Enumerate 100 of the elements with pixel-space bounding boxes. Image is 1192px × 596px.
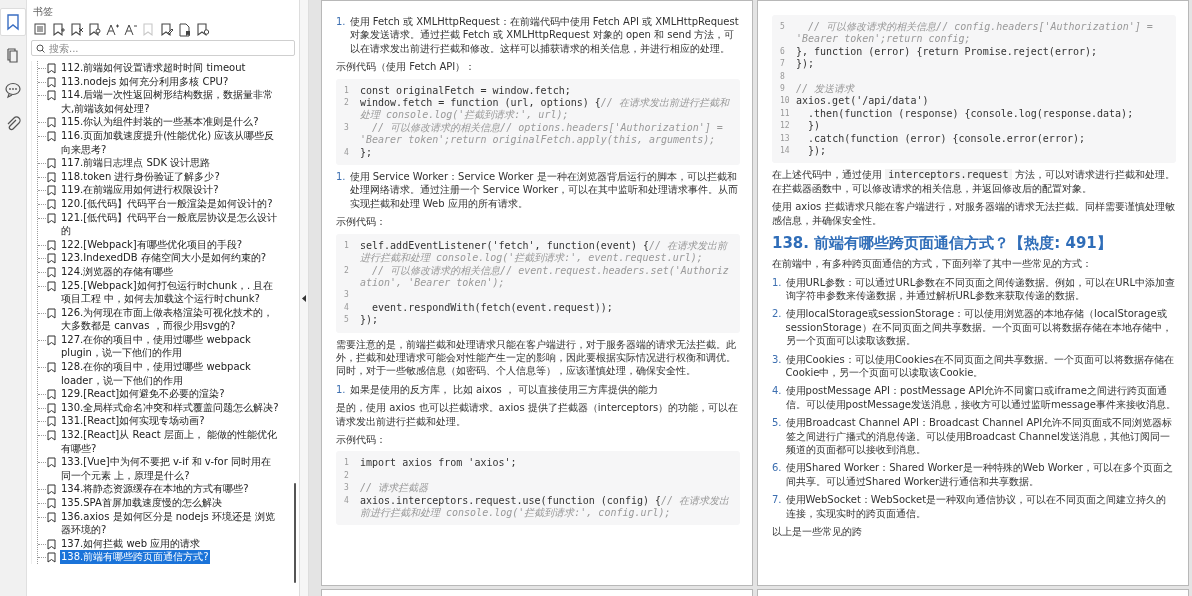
line-number: 4 <box>344 146 350 159</box>
bookmark-icon <box>47 511 56 523</box>
paragraph: 是的，使用 axios 也可以拦截请求。axios 提供了拦截器（interceptors）的功能，可以在请求发出前进行拦截和处理。 <box>336 401 740 428</box>
bookmark-icon <box>47 198 56 210</box>
bookmark-item[interactable]: 114.后端一次性返回树形结构数据，数据量非常大,前端该如何处理? <box>60 88 281 116</box>
bookmark-item[interactable]: 121.[低代码】代码平台一般底层协议是怎么设计的 <box>60 210 281 238</box>
bookmark-item[interactable]: 112.前端如何设置请求超时时间 timeout <box>60 61 247 75</box>
line-number: 5 <box>780 21 786 33</box>
list-number: 1. <box>336 382 346 397</box>
bookmark-item[interactable]: 131.[React]如何实现专场动画? <box>60 414 206 429</box>
bookmark-item[interactable]: 128.在你的项目中，使用过哪些 webpack loader，说一下他们的作用 <box>60 360 281 388</box>
bookmark-item[interactable]: 125.[Webpack]如何打包运行时chunk，. 且在项目工程 中，如何去加载这个运行时chunk? <box>60 278 281 306</box>
list-item-text: 使用URL参数：可以通过URL参数在不同页面之间传递数据。例如，可以在URL中添加查询字符串参数来传递数据，并通过解析URL参数来获取传递的数据。 <box>785 275 1176 303</box>
bookmark-item[interactable]: 129.[React]如何避免不必要的渲染? <box>60 387 226 401</box>
bookmark-search-icon <box>86 21 102 37</box>
bookmark-icon <box>47 63 56 74</box>
bookmark-icon <box>47 239 56 251</box>
code-line: }); <box>807 145 828 158</box>
scrollbar[interactable] <box>294 483 296 583</box>
list-number: 2. <box>772 307 782 322</box>
list-number: 6. <box>772 461 782 476</box>
bookmark-icon <box>47 362 56 374</box>
collapse-arrow-icon[interactable] <box>302 294 306 302</box>
line-number: 2 <box>344 97 350 110</box>
bookmark-item[interactable]: 135.SPA首屏加载速度慢的怎么解决 <box>60 496 223 510</box>
font-larger-icon <box>104 21 120 37</box>
bookmark-item[interactable]: 116.页面加载速度提升(性能优化) 应该从哪些反向来思考? <box>60 128 281 157</box>
line-number: 5 <box>344 314 350 327</box>
list-item-text: 使用 Service Worker：Service Worker 是一种在浏览器背后运行的脚本，可以拦截和处理网络请求。通过注册一个 Service Worker，可以在其中监听和处理请求事件。从而实现拦截和处理 Web 应用的所有请求。 <box>349 170 740 211</box>
line-number: 3 <box>344 121 350 134</box>
page-button[interactable] <box>176 21 192 37</box>
inline-code: interceptors.request <box>885 169 1012 181</box>
bookmark-icon <box>47 538 56 550</box>
bookmark-item[interactable]: 123.IndexedDB 存储空间大小是如何约束的? <box>60 251 268 265</box>
bookmark-settings-button[interactable] <box>194 21 210 37</box>
code-line: const originalFetch = window.fetch; <box>360 84 572 98</box>
bookmark-item[interactable]: 119.在前端应用如何进行权限设计? <box>60 183 220 197</box>
bookmark-item[interactable]: 118.token 进行身份验证了解多少? <box>60 169 221 184</box>
line-number: 3 <box>344 289 350 302</box>
line-number: 1 <box>344 84 350 97</box>
bookmark-item[interactable]: 130.全局样式命名冲突和样式覆盖问题怎么解决? <box>60 400 280 415</box>
list-item-text: 使用Cookies：可以使用Cookies在不同页面之间共享数据。一个页面可以将数据存储在Cookie中，另一个页面可以读取该Cookie。 <box>785 352 1175 380</box>
bookmark-edit-button[interactable] <box>158 21 174 37</box>
code-line: }) <box>807 120 822 133</box>
bookmark-item[interactable]: 134.将静态资源缓存在本地的方式有哪些? <box>60 482 250 496</box>
list-number: 1. <box>336 15 346 29</box>
bookmark-icon <box>47 158 56 170</box>
bookmark-item[interactable]: 117.前端日志埋点 SDK 设计思路 <box>60 156 212 170</box>
bookmark-tab[interactable] <box>0 8 26 36</box>
bookmark-settings-icon <box>194 21 210 37</box>
bookmark-icon <box>140 21 156 37</box>
line-number: 4 <box>344 301 350 314</box>
bookmark-plus-button[interactable] <box>50 21 66 37</box>
list-item-text: 使用 Fetch 或 XMLHttpRequest：在前端代码中使用 Fetch API 或 XMLHttpRequest 对象发送请求。通过拦截 Fetch 或 XMLHttpRequest 对象的 open 和 send 方法，可以在请求发出前进行拦截和修改。这样可以捕获请求的相关信息，并进行相应的处理。 <box>349 15 740 56</box>
bookmark-icon <box>47 280 56 292</box>
font-larger-button[interactable] <box>104 21 120 37</box>
code-line: axios.interceptors.request.use(function (config) {// 在请求发出前进行拦截和处理 console.log('拦截到请求:', config.url); <box>360 494 731 520</box>
bookmark-icon <box>47 90 56 102</box>
list-number: 1. <box>772 275 782 290</box>
list-item-text: 使用Broadcast Channel API：Broadcast Channel API允许不同页面或不同浏览器标签之间进行广播式的消息传递。可以使用Broadcast Channel发送消息，其他订阅同一频道的页面都可以接收到消息。 <box>785 416 1174 457</box>
paragraph: 在前端中，有多种跨页面通信的方式，下面列举了其中一些常见的方式： <box>772 257 1093 271</box>
bookmark-item[interactable]: 136.axios 是如何区分是 nodejs 环境还是 浏览器环境的? <box>60 509 281 537</box>
paragraph: 需要注意的是，前端拦截和处理请求只能在客户端进行，对于服务器端的请求无法拦截。此外，拦截和处理请求可能会对性能产生一定的影响，因此要根据实际情况进行权衡和调优。同时，对于一些敏感信息（如密码、个人信息等），应该谨慎处理，确保安全性。 <box>336 337 737 378</box>
code-line: event.respondWith(fetch(event.request)); <box>371 301 614 315</box>
line-number: 13 <box>780 132 791 145</box>
bookmark-plus-icon <box>50 21 66 37</box>
bookmark-item[interactable]: 138.前端有哪些跨页面通信方式? <box>60 550 210 564</box>
bookmark-item[interactable]: 126.为何现在市面上做表格渲染可视化技术的，大多数都是 canvas ，而很少用svg的? <box>60 305 281 333</box>
bookmark-item[interactable]: 120.[低代码】代码平台一般渲染是如何设计的? <box>60 196 274 211</box>
bookmark-icon <box>47 185 56 197</box>
list-item-text: 使用postMessage API：postMessage API允许不同窗口或iframe之间进行跨页面通信。可以使用postMessage发送消息，接收方可以通过监听message事件来接收消息。 <box>785 384 1176 412</box>
bookmark-item[interactable]: 113.nodejs 如何充分利用多核 CPU? <box>60 74 230 89</box>
bookmark-icon <box>47 389 56 401</box>
bookmark-item[interactable]: 122.[Webpack]有哪些优化项目的手段? <box>60 237 243 252</box>
code-line: axios.get('/api/data') <box>796 95 930 108</box>
bookmark-icon <box>47 484 56 496</box>
code-line: // 可以修改请求的相关信息// event.request.headers.set('Authorization', 'Bearer token'); <box>360 264 730 290</box>
code-line: // 发送请求 <box>796 83 856 96</box>
bookmark-icon <box>47 76 56 88</box>
bookmark-delete-button[interactable] <box>68 21 84 37</box>
bookmark-icon <box>47 307 56 319</box>
line-number: 2 <box>344 264 350 277</box>
bookmark-search-button[interactable] <box>86 21 102 37</box>
line-number: 11 <box>780 107 791 120</box>
code-line: .then(function (response) {console.log(response.data); <box>807 107 1135 121</box>
line-number: 2 <box>344 469 350 482</box>
panel-title: 书签 <box>32 5 54 19</box>
search-field[interactable]: 搜索... <box>31 40 295 56</box>
list-item-text: 使用localStorage或sessionStorage：可以使用浏览器的本地存储（localStorage或sessionStorage）在不同页面之间共享数据。一个页面可以将数据存储在本地存储中，另一个页面可以读取该数据。 <box>785 307 1173 348</box>
bookmark-item[interactable]: 127.在你的项目中，使用过哪些 webpack plugin，说一下他们的作用 <box>60 332 281 361</box>
bookmark-item[interactable]: 133.[Vue]中为何不要把 v-if 和 v-for 同时用在同一个元素 上，原理是什么? <box>60 455 281 483</box>
bookmark-item[interactable]: 132.[React]从 React 层面上， 能做的性能优化有哪些? <box>60 428 281 456</box>
paragraph: 示例代码（使用 Fetch API）： <box>336 60 477 74</box>
bookmark-icon <box>47 130 56 142</box>
comment-icon <box>4 81 22 99</box>
bookmark-item[interactable]: 137.如何拦截 web 应用的请求 <box>60 536 202 551</box>
bookmark-item[interactable]: 124.浏览器的存储有哪些 <box>60 264 175 279</box>
bookmark-icon <box>47 498 56 509</box>
bookmark-item[interactable]: 115.你认为组件封装的一些基本准则是什么? <box>60 115 260 129</box>
paragraph: 在上述代码中，通过使用 interceptors.request 方法，可以对请求进行拦截和处理。在拦截器函数中，可以修改请求的相关信息，并返回修改后的配置对象。 <box>772 168 1176 196</box>
